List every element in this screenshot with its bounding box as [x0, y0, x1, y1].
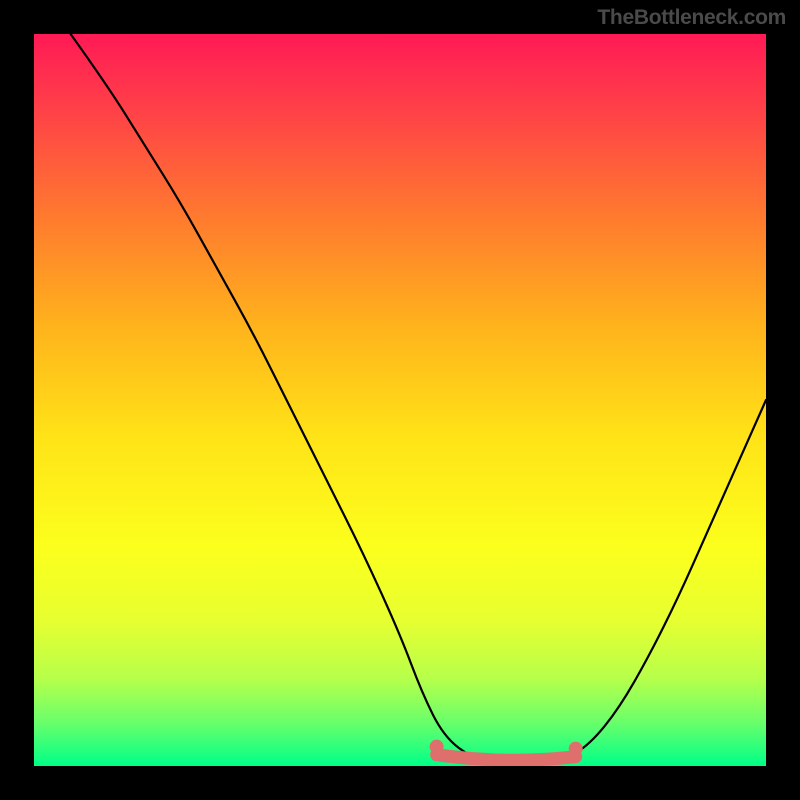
highlight-band: [437, 755, 576, 761]
chart-overlay: [34, 34, 766, 766]
watermark-text: TheBottleneck.com: [597, 6, 786, 30]
chart-frame: [34, 34, 766, 766]
highlight-start-dot: [430, 740, 444, 754]
highlight-end-dot: [569, 742, 583, 756]
bottleneck-curve: [71, 34, 766, 766]
